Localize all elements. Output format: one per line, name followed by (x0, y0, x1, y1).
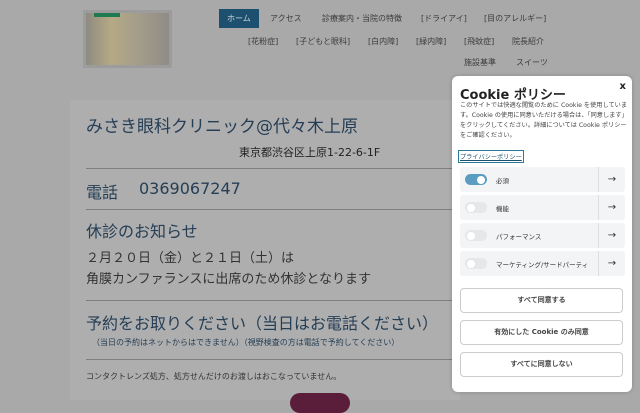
accept-selected-button[interactable]: 有効にした Cookie のみ同意 (460, 320, 623, 345)
close-icon[interactable]: x (620, 81, 626, 92)
reject-all-button[interactable]: すべてに同意しない (460, 352, 623, 377)
cookie-category-required: 必須 → (460, 167, 625, 192)
nav-dry-eye[interactable]: [ドライアイ] (421, 13, 467, 24)
category-label: 必須 (496, 177, 509, 185)
nav-access[interactable]: アクセス (270, 13, 302, 24)
arrow-right-icon[interactable]: → (598, 251, 625, 276)
clinic-photo (83, 10, 172, 68)
toggle-marketing[interactable] (465, 258, 487, 269)
nav-children[interactable]: [子どもと眼科] (296, 36, 350, 47)
category-label: マーケティング/サードパーティ (496, 261, 589, 269)
notice-line1: ２月２０日（金）と２１日（土）は (86, 251, 295, 266)
cookie-category-marketing: マーケティング/サードパーティ → (460, 251, 625, 276)
tel-label: 電話 (86, 183, 119, 202)
nav-glaucoma[interactable]: [緑内障] (416, 36, 446, 47)
nav-guide[interactable]: 診療案内・当院の特徴 (322, 13, 402, 24)
privacy-policy-link[interactable]: プライバシーポリシー (458, 150, 524, 163)
cookie-description: このサイトでは快適な閲覧のために Cookie を使用しています。Cookie … (460, 102, 628, 139)
cookie-category-functional: 機能 → (460, 195, 625, 220)
cookie-dialog: Cookie ポリシー x このサイトでは快適な閲覧のために Cookie を使… (452, 76, 632, 392)
notice-title: 休診のお知らせ (86, 222, 198, 241)
toggle-required[interactable] (465, 174, 487, 185)
contact-note: コンタクトレンズ処方、処方せんだけのお渡しはおこなっていません。 (86, 372, 342, 381)
arrow-right-icon[interactable]: → (598, 223, 625, 248)
nav-director[interactable]: 院長紹介 (512, 36, 544, 47)
reserve-note: （当日の予約はネットからはできません）（視野検査の方は電話で予約してください） (92, 338, 400, 347)
category-label: パフォーマンス (496, 233, 542, 241)
nav-cataract[interactable]: [白内障] (368, 36, 398, 47)
nav-hay-fever[interactable]: [花粉症] (248, 36, 278, 47)
arrow-right-icon[interactable]: → (598, 167, 625, 192)
address: 東京都渋谷区上原1-22-6-1F (239, 146, 381, 159)
tel-number[interactable]: 0369067247 (139, 179, 241, 198)
nav-floaters[interactable]: [飛蚊症] (464, 36, 494, 47)
reserve-title: 予約をお取りください（当日はお電話ください） (86, 314, 439, 333)
nav-allergy[interactable]: [目のアレルギー] (484, 13, 546, 24)
toggle-performance[interactable] (465, 230, 487, 241)
notice-line2: 角膜カンファランスに出席のため休診となります (86, 272, 371, 287)
cookie-category-performance: パフォーマンス → (460, 223, 625, 248)
toggle-functional[interactable] (465, 202, 487, 213)
nav-home[interactable]: ホーム (219, 9, 259, 28)
accept-all-button[interactable]: すべて同意する (460, 288, 623, 313)
category-label: 機能 (496, 205, 509, 213)
nav-sweets[interactable]: スイーツ (516, 57, 548, 68)
arrow-right-icon[interactable]: → (598, 195, 625, 220)
clinic-name: みさき眼科クリニック@代々木上原 (86, 117, 358, 137)
reserve-button[interactable] (290, 393, 350, 413)
nav-facility[interactable]: 施設基準 (464, 57, 496, 68)
